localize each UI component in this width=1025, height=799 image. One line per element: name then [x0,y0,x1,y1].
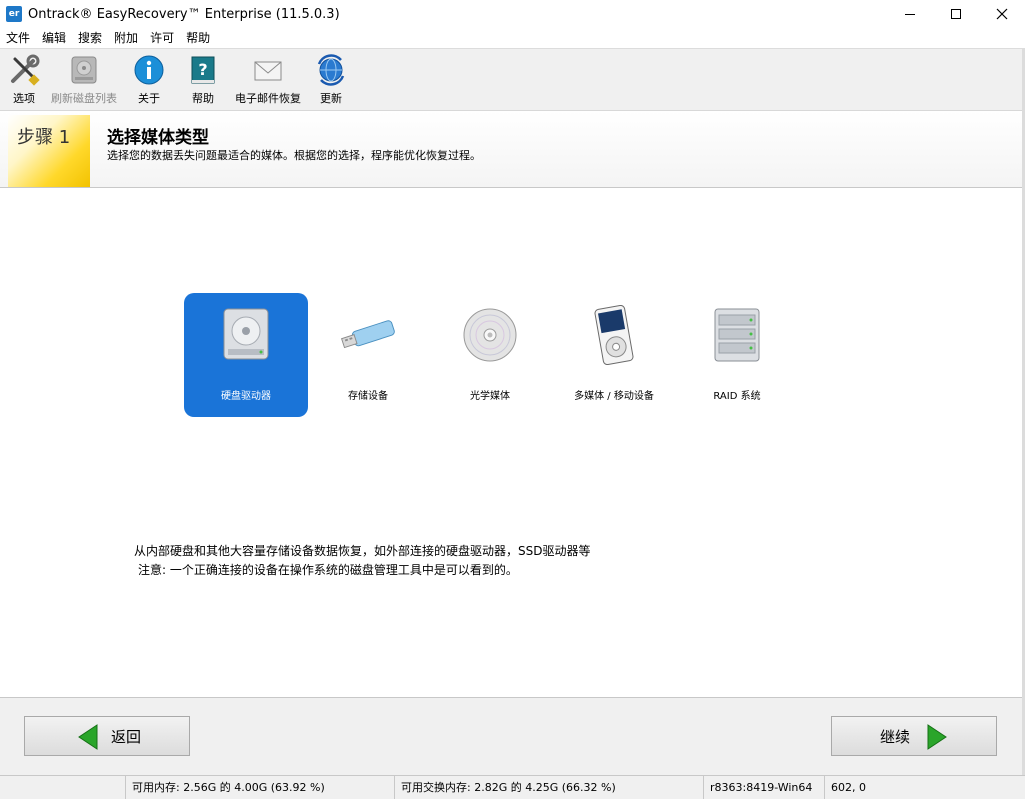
app-icon: er [6,6,22,22]
media-player-icon [584,305,644,365]
arrow-right-icon [927,724,947,750]
minimize-icon [905,14,915,15]
status-swap-memory: 可用交换内存: 2.82G 的 4.25G (66.32 %) [395,776,704,799]
update-label: 更新 [320,92,342,105]
step-badge: 步骤 1 [8,115,90,187]
svg-text:?: ? [198,60,207,79]
update-button[interactable]: 更新 [308,49,354,106]
window-title: Ontrack® EasyRecovery™ Enterprise (11.5.… [28,6,340,22]
media-description-line2: 注意: 一个正确连接的设备在操作系统的磁盘管理工具中是可以看到的。 [138,563,518,577]
refresh-disk-list-button[interactable]: 刷新磁盘列表 [48,49,120,106]
about-label: 关于 [138,92,160,105]
options-button[interactable]: 选项 [4,49,44,106]
status-build: r8363:8419-Win64 [704,776,825,799]
hard-drive-icon [216,305,276,365]
menu-addons[interactable]: 附加 [108,28,144,48]
menu-edit[interactable]: 编辑 [36,28,72,48]
maximize-button[interactable] [933,0,979,28]
media-label: 多媒体 / 移动设备 [574,391,654,402]
arrow-left-icon [78,724,98,750]
help-label: 帮助 [192,92,214,105]
help-button[interactable]: ? 帮助 [178,49,228,106]
media-label: 硬盘驱动器 [221,391,271,402]
disk-icon [67,53,101,87]
envelope-icon [251,53,285,87]
tools-icon [7,53,41,87]
status-coordinates: 602, 0 [831,781,866,794]
media-multimedia-mobile[interactable]: 多媒体 / 移动设备 [552,293,676,417]
info-icon [132,53,166,87]
media-raid[interactable]: RAID 系统 [675,293,799,417]
close-button[interactable] [979,0,1025,28]
maximize-icon [951,9,961,19]
menu-file[interactable]: 文件 [0,28,36,48]
window-controls [887,0,1025,28]
about-button[interactable]: 关于 [124,49,174,106]
menu-bar: 文件 编辑 搜索 附加 许可 帮助 [0,28,1025,48]
usb-drive-icon [338,305,398,365]
navigation-bar: 返回 继续 [0,697,1022,775]
media-storage-device[interactable]: 存储设备 [306,293,430,417]
title-bar: er Ontrack® EasyRecovery™ Enterprise (11… [0,0,1025,28]
step-number: 步骤 1 [17,127,71,148]
toolbar: 选项 刷新磁盘列表 关于 ? 帮助 电子邮件恢复 更新 [0,48,1022,110]
continue-button[interactable]: 继续 [831,716,997,756]
options-label: 选项 [13,92,35,105]
refresh-disk-list-label: 刷新磁盘列表 [51,92,117,105]
raid-icon [707,305,767,365]
back-label: 返回 [111,727,142,746]
media-label: 光学媒体 [470,391,510,402]
status-bar: 可用内存: 2.56G 的 4.00G (63.92 %) 可用交换内存: 2.… [0,775,1025,799]
back-button[interactable]: 返回 [24,716,190,756]
email-recovery-button[interactable]: 电子邮件恢复 [232,49,304,106]
close-icon [996,8,1008,20]
media-label: 存储设备 [348,391,388,402]
media-hard-drive[interactable]: 硬盘驱动器 [184,293,308,417]
menu-help[interactable]: 帮助 [180,28,216,48]
step-description: 选择您的数据丢失问题最适合的媒体。根据您的选择，程序能优化恢复过程。 [107,149,481,162]
media-description-line1: 从内部硬盘和其他大容量存储设备数据恢复，如外部连接的硬盘驱动器，SSD驱动器等 [134,544,591,558]
update-globe-icon [314,53,348,87]
minimize-button[interactable] [887,0,933,28]
optical-disc-icon [460,305,520,365]
menu-license[interactable]: 许可 [144,28,180,48]
step-title: 选择媒体类型 [107,128,209,148]
email-recovery-label: 电子邮件恢复 [235,92,301,105]
status-empty [0,776,126,799]
step-header: 步骤 1 选择媒体类型 选择您的数据丢失问题最适合的媒体。根据您的选择，程序能优… [0,110,1022,188]
menu-search[interactable]: 搜索 [72,28,108,48]
continue-label: 继续 [880,727,911,746]
media-label: RAID 系统 [713,391,761,402]
media-selection-panel: 硬盘驱动器 存储设备 光学媒体 多媒体 / 移动设备 RAID 系统 从内部硬盘… [0,195,1022,692]
help-book-icon: ? [186,53,220,87]
status-memory: 可用内存: 2.56G 的 4.00G (63.92 %) [126,776,395,799]
media-optical[interactable]: 光学媒体 [428,293,552,417]
